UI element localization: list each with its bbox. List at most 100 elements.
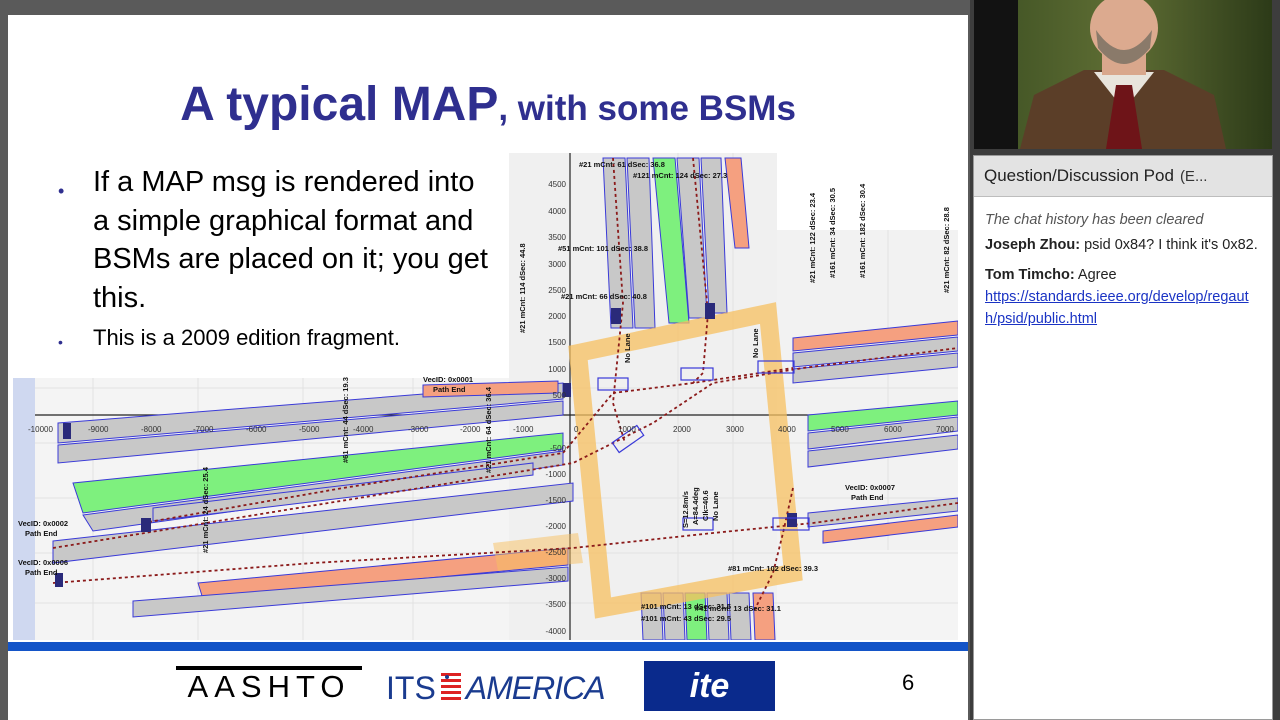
svg-text:-3500: -3500 <box>546 600 567 609</box>
svg-text:3000: 3000 <box>726 425 744 434</box>
svg-text:-3000: -3000 <box>546 574 567 583</box>
flag-icon <box>440 673 461 700</box>
slide: A typical MAP, with some BSMs • If a MAP… <box>8 15 968 720</box>
footer-bar <box>8 642 968 651</box>
svg-text:1000: 1000 <box>618 425 636 434</box>
svg-text:#21 mCnt: 82 dSec: 28.8: #21 mCnt: 82 dSec: 28.8 <box>942 207 951 293</box>
svg-text:500: 500 <box>553 391 567 400</box>
svg-text:Path End: Path End <box>851 493 884 502</box>
svg-text:#81 mCnt: 102 dSec: 39.3: #81 mCnt: 102 dSec: 39.3 <box>728 564 818 573</box>
svg-text:#21 mCnt: 64 dSec: 36.4: #21 mCnt: 64 dSec: 36.4 <box>484 386 493 473</box>
its-logo-text: ITS <box>386 669 436 706</box>
ite-logo: ite <box>644 661 775 711</box>
svg-text:1000: 1000 <box>548 365 566 374</box>
svg-text:#161 mCnt: 34 dSec: 30.5: #161 mCnt: 34 dSec: 30.5 <box>828 188 837 278</box>
presenter-image <box>974 0 1272 149</box>
slide-title-sub: , with some BSMs <box>498 89 796 128</box>
svg-text:5000: 5000 <box>831 425 849 434</box>
svg-text:VecID: 0x0006: VecID: 0x0006 <box>18 558 68 567</box>
svg-text:6000: 6000 <box>884 425 902 434</box>
svg-text:-2000: -2000 <box>460 425 481 434</box>
svg-text:4000: 4000 <box>778 425 796 434</box>
svg-text:S=12.8m/s: S=12.8m/s <box>681 491 690 528</box>
svg-text:#21 mCnt: 24 dSec: 25.4: #21 mCnt: 24 dSec: 25.4 <box>201 466 210 553</box>
svg-text:-8000: -8000 <box>141 425 162 434</box>
svg-text:#61 mCnt: 44 dSec: 19.3: #61 mCnt: 44 dSec: 19.3 <box>341 377 350 463</box>
right-panel: Question/Discussion Pod (E... The chat h… <box>970 0 1280 720</box>
svg-text:#21 mCnt: 66 dSec: 40.8: #21 mCnt: 66 dSec: 40.8 <box>561 292 647 301</box>
svg-text:A=84.4deg: A=84.4deg <box>691 487 700 525</box>
svg-text:-1000: -1000 <box>546 470 567 479</box>
slide-viewer: A typical MAP, with some BSMs • If a MAP… <box>0 0 970 720</box>
svg-text:No Lane: No Lane <box>623 333 632 363</box>
svg-text:-9000: -9000 <box>88 425 109 434</box>
svg-text:-6000: -6000 <box>246 425 267 434</box>
svg-text:VecID: 0x0007: VecID: 0x0007 <box>845 483 895 492</box>
svg-text:-1500: -1500 <box>546 496 567 505</box>
svg-text:#21 mCnt: 61 dSec: 36.8: #21 mCnt: 61 dSec: 36.8 <box>579 160 665 169</box>
chat-history[interactable]: The chat history has been cleared Joseph… <box>974 197 1272 330</box>
pod-header[interactable]: Question/Discussion Pod (E... <box>974 156 1272 197</box>
svg-text:7000: 7000 <box>936 425 954 434</box>
svg-text:4000: 4000 <box>548 207 566 216</box>
svg-text:-1000: -1000 <box>513 425 534 434</box>
svg-text:-500: -500 <box>550 444 567 453</box>
chat-message: Tom Timcho: Agree https://standards.ieee… <box>985 264 1260 330</box>
svg-text:0: 0 <box>574 425 579 434</box>
svg-text:-2500: -2500 <box>546 548 567 557</box>
svg-text:#51 mCnt: 101 dSec: 38.8: #51 mCnt: 101 dSec: 38.8 <box>558 244 648 253</box>
chat-cleared-notice: The chat history has been cleared <box>985 212 1204 228</box>
svg-text:#161 mCnt: 182 dSec: 30.4: #161 mCnt: 182 dSec: 30.4 <box>858 183 867 278</box>
svg-text:2000: 2000 <box>548 312 566 321</box>
pod-title-suffix: (E... <box>1179 167 1208 185</box>
america-logo-text: AMERICA <box>465 669 606 706</box>
chat-text: psid 0x84? I think it's 0x82. <box>1080 237 1258 253</box>
svg-text:Path End: Path End <box>433 385 466 394</box>
its-america-logo: ITS AMERICA <box>386 667 618 709</box>
chat-message: Joseph Zhou: psid 0x84? I think it's 0x8… <box>985 234 1260 256</box>
chat-author: Tom Timcho: <box>985 267 1075 283</box>
svg-text:Path End: Path End <box>25 568 58 577</box>
aashto-logo-text: AASHTO <box>187 669 351 704</box>
slide-title: A typical MAP, with some BSMs <box>8 77 968 132</box>
slide-title-main: A typical MAP <box>180 78 499 131</box>
svg-text:-5000: -5000 <box>299 425 320 434</box>
pod-title: Question/Discussion Pod <box>984 166 1174 185</box>
svg-text:-7000: -7000 <box>193 425 214 434</box>
svg-text:No Lane: No Lane <box>751 328 760 358</box>
svg-text:#101 mCnt: 43 dSec: 29.5: #101 mCnt: 43 dSec: 29.5 <box>641 614 731 623</box>
svg-text:-4000: -4000 <box>546 627 567 636</box>
svg-text:CIk=40.6: CIk=40.6 <box>701 490 710 521</box>
map-edge-strip <box>13 378 35 640</box>
svg-text:Path End: Path End <box>25 529 58 538</box>
svg-text:2000: 2000 <box>673 425 691 434</box>
vehicle-icon <box>611 308 621 324</box>
vehicle-icon <box>705 303 715 319</box>
vehicle-icon <box>63 423 71 439</box>
svg-text:3500: 3500 <box>548 233 566 242</box>
ite-logo-text: ite <box>689 666 730 705</box>
svg-text:#21 mCnt: 122 dSec: 23.4: #21 mCnt: 122 dSec: 23.4 <box>808 192 817 283</box>
svg-text:#21 mCnt: 114 dSec: 44.8: #21 mCnt: 114 dSec: 44.8 <box>518 243 527 333</box>
map-figure: -10000 -9000 -8000 -7000 -6000 -5000 -40… <box>13 153 958 640</box>
svg-text:VecID: 0x0002: VecID: 0x0002 <box>18 519 68 528</box>
svg-text:-4000: -4000 <box>353 425 374 434</box>
discussion-pod: Question/Discussion Pod (E... The chat h… <box>973 155 1273 720</box>
svg-text:#41 mCnt: 13 dSec: 31.1: #41 mCnt: 13 dSec: 31.1 <box>695 604 781 613</box>
vehicle-icon <box>787 513 797 527</box>
svg-text:VecID: 0x0001: VecID: 0x0001 <box>423 375 473 384</box>
svg-text:-2000: -2000 <box>546 522 567 531</box>
chat-link[interactable]: https://standards.ieee.org/develop/regau… <box>985 289 1249 327</box>
svg-text:-10000: -10000 <box>28 425 53 434</box>
aashto-logo: AASHTO <box>176 666 362 704</box>
svg-text:No Lane: No Lane <box>711 491 720 521</box>
slide-number: 6 <box>902 670 915 695</box>
chat-text: Agree <box>1074 267 1117 283</box>
svg-text:-3000: -3000 <box>408 425 429 434</box>
webcam-video <box>974 0 1272 149</box>
chat-author: Joseph Zhou: <box>985 237 1081 253</box>
svg-text:#121 mCnt: 124 dSec: 27.3: #121 mCnt: 124 dSec: 27.3 <box>633 171 727 180</box>
svg-text:3000: 3000 <box>548 260 566 269</box>
svg-text:4500: 4500 <box>548 180 566 189</box>
vehicle-icon <box>141 518 151 532</box>
